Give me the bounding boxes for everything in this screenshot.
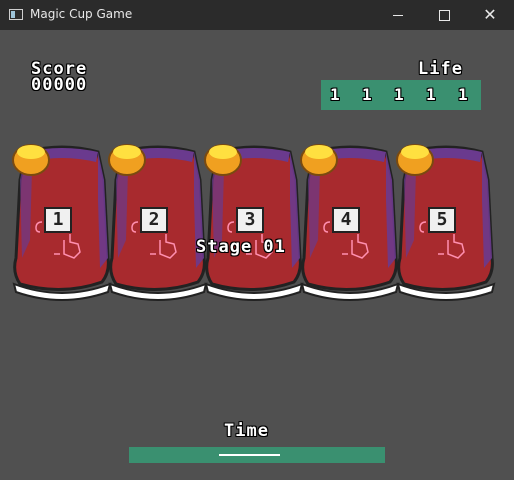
time-bar-fill [219, 454, 280, 456]
life-counter: 1 [458, 85, 469, 104]
cup-number-badge: 5 [428, 207, 456, 233]
window-app-icon [9, 9, 23, 20]
close-icon: ✕ [483, 5, 497, 24]
stage-label: Stage 01 [196, 237, 286, 257]
maximize-button[interactable] [421, 0, 467, 30]
life-counter: 1 [394, 85, 405, 104]
maximize-icon [438, 9, 450, 21]
cup-number-badge: 1 [44, 207, 72, 233]
life-label: Life [418, 59, 463, 79]
cup-2[interactable]: 2 [108, 140, 208, 340]
cup-number-badge: 3 [236, 207, 264, 233]
gold-ball-icon [108, 144, 146, 176]
gold-ball-icon [204, 144, 242, 176]
title-bar: Magic Cup Game ✕ [0, 0, 514, 30]
life-counter: 1 [426, 85, 437, 104]
cup-number-badge: 4 [332, 207, 360, 233]
cup-5[interactable]: 5 [396, 140, 496, 340]
life-panel: 1 1 1 1 1 [321, 80, 481, 110]
cup-number-badge: 2 [140, 207, 168, 233]
gold-ball-icon [12, 144, 50, 176]
score-value: 00000 [31, 75, 88, 95]
minimize-button[interactable] [375, 0, 421, 30]
cup-1[interactable]: 1 [12, 140, 112, 340]
gold-ball-icon [300, 144, 338, 176]
life-counter: 1 [362, 85, 373, 104]
minimize-icon [393, 14, 403, 16]
window-title: Magic Cup Game [30, 7, 133, 21]
cup-4[interactable]: 4 [300, 140, 400, 340]
gold-ball-icon [396, 144, 434, 176]
close-button[interactable]: ✕ [467, 0, 513, 30]
game-window: Magic Cup Game ✕ Score 00000 Life 1 1 1 … [0, 0, 514, 480]
time-bar [129, 447, 385, 463]
time-label: Time [224, 421, 269, 441]
life-counter: 1 [330, 85, 341, 104]
